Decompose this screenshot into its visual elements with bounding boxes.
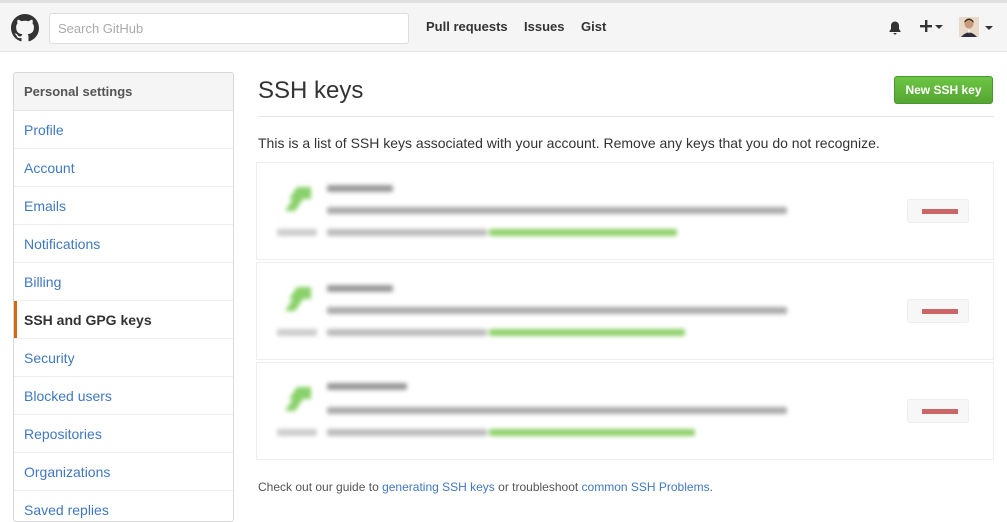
common-ssh-problems-link[interactable]: common SSH Problems bbox=[582, 480, 710, 494]
chevron-down-icon bbox=[935, 25, 943, 29]
generating-ssh-keys-link[interactable]: generating SSH keys bbox=[382, 480, 495, 494]
ssh-key-item bbox=[256, 262, 994, 360]
sidebar-item-account[interactable]: Account bbox=[14, 149, 233, 187]
sidebar-heading: Personal settings bbox=[14, 73, 233, 111]
github-logo-icon[interactable] bbox=[11, 14, 39, 42]
user-menu-button[interactable] bbox=[959, 17, 997, 39]
sidebar-item-repositories[interactable]: Repositories bbox=[14, 415, 233, 453]
delete-key-button[interactable] bbox=[907, 199, 969, 223]
footer-prefix: Check out our guide to bbox=[258, 480, 383, 494]
site-header: Pull requests Issues Gist bbox=[0, 0, 1007, 52]
footer-suffix: . bbox=[709, 480, 713, 494]
ssh-key-item bbox=[256, 162, 994, 260]
search-input[interactable] bbox=[49, 13, 409, 44]
footer-middle: or troubleshoot bbox=[494, 480, 582, 494]
page-title: SSH keys bbox=[258, 77, 364, 104]
sidebar-item-emails[interactable]: Emails bbox=[14, 187, 233, 225]
key-icon bbox=[285, 387, 311, 411]
avatar bbox=[959, 17, 979, 37]
sidebar-item-notifications[interactable]: Notifications bbox=[14, 225, 233, 263]
key-icon bbox=[285, 287, 311, 311]
nav-pull-requests[interactable]: Pull requests bbox=[426, 19, 508, 34]
sidebar-item-organizations[interactable]: Organizations bbox=[14, 453, 233, 491]
help-footer: Check out our guide to generating SSH ke… bbox=[258, 480, 713, 494]
plus-icon bbox=[920, 20, 932, 32]
ssh-key-list bbox=[256, 162, 994, 462]
ssh-key-item bbox=[256, 362, 994, 460]
sidebar-item-blocked-users[interactable]: Blocked users bbox=[14, 377, 233, 415]
chevron-down-icon bbox=[985, 26, 993, 30]
sidebar-item-security[interactable]: Security bbox=[14, 339, 233, 377]
delete-key-button[interactable] bbox=[907, 399, 969, 423]
settings-sidebar: Personal settings Profile Account Emails… bbox=[13, 72, 234, 522]
delete-key-button[interactable] bbox=[907, 299, 969, 323]
nav-gist[interactable]: Gist bbox=[581, 19, 606, 34]
sidebar-item-profile[interactable]: Profile bbox=[14, 111, 233, 149]
bell-icon[interactable] bbox=[887, 20, 903, 36]
sidebar-item-ssh-gpg-keys[interactable]: SSH and GPG keys bbox=[14, 301, 233, 339]
sidebar-item-billing[interactable]: Billing bbox=[14, 263, 233, 301]
key-icon bbox=[285, 187, 311, 211]
divider bbox=[258, 116, 994, 117]
create-new-button[interactable] bbox=[919, 16, 943, 38]
new-ssh-key-button[interactable]: New SSH key bbox=[894, 76, 993, 104]
page-description: This is a list of SSH keys associated wi… bbox=[258, 135, 880, 151]
nav-issues[interactable]: Issues bbox=[524, 19, 564, 34]
